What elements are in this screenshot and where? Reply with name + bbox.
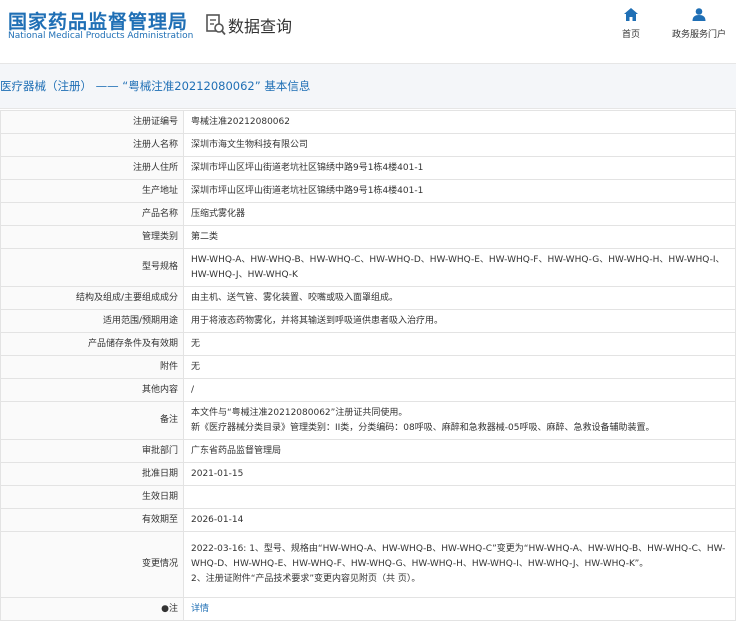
document-search-icon [206, 14, 226, 36]
field-value: 深圳市坪山区坪山街道老坑社区锦绣中路9号1栋4楼401-1 [183, 156, 736, 180]
field-label: 管理类别 [0, 225, 184, 249]
table-row: 生产地址 深圳市坪山区坪山街道老坑社区锦绣中路9号1栋4楼401-1 [0, 179, 736, 203]
field-label: 有效期至 [0, 508, 184, 532]
change-line-1: 2022-03-16: 1、型号、规格由“HW-WHQ-A、HW-WHQ-B、H… [191, 544, 726, 569]
field-label: 变更情况 [0, 531, 184, 598]
table-row: 型号规格 HW-WHQ-A、HW-WHQ-B、HW-WHQ-C、HW-WHQ-D、… [0, 248, 736, 287]
table-row: 注册人住所 深圳市坪山区坪山街道老坑社区锦绣中路9号1栋4楼401-1 [0, 156, 736, 180]
table-row: 审批部门 广东省药品监督管理局 [0, 439, 736, 463]
site-header: 国家药品监督管理局 National Medical Products Admi… [0, 0, 736, 62]
field-value: 用于将液态药物雾化，并将其输送到呼吸道供患者吸入治疗用。 [183, 309, 736, 333]
field-label: 结构及组成/主要组成成分 [0, 286, 184, 310]
field-value: / [183, 378, 736, 402]
home-icon [624, 8, 638, 21]
change-line-2: 2、注册证附件“产品技术要求”变更内容见附页（共 页）。 [191, 574, 421, 584]
details-link[interactable]: 详情 [191, 604, 209, 614]
table-row: 有效期至 2026-01-14 [0, 508, 736, 532]
table-row: 注册人名称 深圳市海文生物科技有限公司 [0, 133, 736, 157]
field-label: 型号规格 [0, 248, 184, 287]
field-label: 产品储存条件及有效期 [0, 332, 184, 356]
site-logo-english: National Medical Products Administration [8, 31, 194, 41]
detail-table: 注册证编号 粤械注准20212080062 注册人名称 深圳市海文生物科技有限公司 … [0, 110, 736, 621]
nav-service-portal-label: 政务服务门户 [671, 30, 726, 40]
table-row: 生效日期 [0, 485, 736, 509]
field-label: 适用范围/预期用途 [0, 309, 184, 333]
table-row: 变更情况 2022-03-16: 1、型号、规格由“HW-WHQ-A、HW-WHQ… [0, 531, 736, 598]
table-row: 产品名称 压缩式雾化器 [0, 202, 736, 226]
field-value: 粤械注准20212080062 [183, 110, 736, 134]
field-value: 第二类 [183, 225, 736, 249]
data-query-section: 数据查询 [206, 13, 292, 37]
nav-home-label: 首页 [621, 30, 640, 40]
field-label: ●注 [0, 597, 184, 621]
section-title: 数据查询 [228, 17, 293, 36]
table-row: 管理类别 第二类 [0, 225, 736, 249]
table-row: 产品储存条件及有效期无 [0, 332, 736, 356]
nav-home[interactable]: 首页 [616, 8, 646, 40]
field-label: 注册证编号 [0, 110, 184, 134]
field-value: 广东省药品监督管理局 [183, 439, 736, 463]
field-value: 深圳市海文生物科技有限公司 [183, 133, 736, 157]
field-label: 注册人住所 [0, 156, 184, 180]
field-value: 由主机、送气管、雾化装置、咬嘴或吸入面罩组成。 [183, 286, 736, 310]
user-icon [692, 8, 706, 21]
remark-line-2: 新《医疗器械分类目录》管理类别：II类，分类编码：08呼吸、麻醉和急救器械-05… [191, 422, 655, 433]
table-row: 结构及组成/主要组成成分 由主机、送气管、雾化装置、咬嘴或吸入面罩组成。 [0, 286, 736, 310]
field-value: 无 [183, 332, 736, 356]
field-label: 附件 [0, 355, 184, 379]
field-label: 产品名称 [0, 202, 184, 226]
page-title: 医疗器械（注册） —— “粤械注准20212080062” 基本信息 [0, 79, 311, 93]
table-row: 其他内容 / [0, 378, 736, 402]
field-label: 备注 [0, 401, 184, 440]
field-value: 压缩式雾化器 [183, 202, 736, 226]
field-label: 生产地址 [0, 179, 184, 203]
table-row: 备注 本文件与“粤械注准20212080062”注册证共同使用。新《医疗器械分类目… [0, 401, 736, 440]
field-value: 2022-03-16: 1、型号、规格由“HW-WHQ-A、HW-WHQ-B、H… [183, 531, 736, 598]
field-label: 批准日期 [0, 462, 184, 486]
field-value: 本文件与“粤械注准20212080062”注册证共同使用。新《医疗器械分类目录》… [183, 401, 736, 440]
field-label: 审批部门 [0, 439, 184, 463]
field-value: HW-WHQ-A、HW-WHQ-B、HW-WHQ-C、HW-WHQ-D、HW-W… [183, 248, 736, 287]
field-value: 2021-01-15 [183, 462, 736, 486]
field-label: 生效日期 [0, 485, 184, 509]
page-title-bar: 医疗器械（注册） —— “粤械注准20212080062” 基本信息 [0, 63, 736, 109]
field-value: 深圳市坪山区坪山街道老坑社区锦绣中路9号1栋4楼401-1 [183, 179, 736, 203]
table-row: ●注 详情 [0, 597, 736, 621]
field-value [183, 485, 736, 509]
table-row: 注册证编号 粤械注准20212080062 [0, 110, 736, 134]
table-row: 适用范围/预期用途 用于将液态药物雾化，并将其输送到呼吸道供患者吸入治疗用。 [0, 309, 736, 333]
field-value: 无 [183, 355, 736, 379]
field-label: 其他内容 [0, 378, 184, 402]
table-row: 附件无 [0, 355, 736, 379]
field-label: 注册人名称 [0, 133, 184, 157]
site-logo[interactable]: 国家药品监督管理局 [8, 7, 188, 34]
remark-line-1: 本文件与“粤械注准20212080062”注册证共同使用。 [191, 407, 408, 418]
field-value: 2026-01-14 [183, 508, 736, 532]
table-row: 批准日期 2021-01-15 [0, 462, 736, 486]
nav-service-portal[interactable]: 政务服务门户 [668, 8, 730, 40]
